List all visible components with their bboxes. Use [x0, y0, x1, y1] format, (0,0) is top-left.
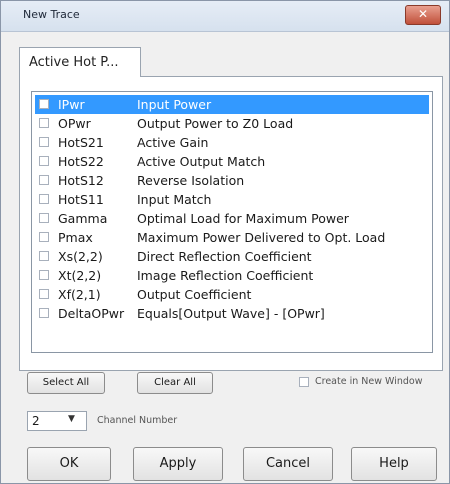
tab-active-hot-parameters[interactable]: Active Hot P... [19, 47, 141, 77]
trace-description: Equals[Output Wave] - [OPwr] [137, 306, 325, 321]
trace-list[interactable]: IPwr Input Power OPwr Output Power to Z0… [31, 91, 433, 353]
trace-description: Output Power to Z0 Load [137, 116, 294, 131]
select-all-button[interactable]: Select All [27, 372, 105, 394]
trace-description: Optimal Load for Maximum Power [137, 211, 349, 226]
trace-description: Input Power [137, 97, 212, 112]
trace-description: Output Coefficient [137, 287, 252, 302]
trace-abbr: OPwr [58, 116, 91, 131]
trace-description: Active Output Match [137, 154, 266, 169]
trace-description: Image Reflection Coefficient [137, 268, 314, 283]
trace-abbr: Pmax [58, 230, 93, 245]
trace-abbr: Gamma [58, 211, 108, 226]
ok-button[interactable]: OK [27, 447, 111, 481]
trace-checkbox[interactable] [39, 251, 49, 261]
trace-checkbox[interactable] [39, 213, 49, 223]
apply-button[interactable]: Apply [133, 447, 223, 481]
cancel-button[interactable]: Cancel [243, 447, 333, 481]
trace-abbr: HotS21 [58, 135, 104, 150]
clear-all-button[interactable]: Clear All [137, 372, 213, 394]
trace-row-pmax[interactable]: Pmax Maximum Power Delivered to Opt. Loa… [35, 228, 429, 247]
trace-row-hots11[interactable]: HotS11 Input Match [35, 190, 429, 209]
trace-row-ipwr[interactable]: IPwr Input Power [35, 95, 429, 114]
dropdown-arrow-icon: ▼ [68, 414, 75, 424]
trace-checkbox[interactable] [39, 137, 49, 147]
trace-row-hots12[interactable]: HotS12 Reverse Isolation [35, 171, 429, 190]
trace-abbr: HotS11 [58, 192, 104, 207]
trace-abbr: DeltaOPwr [58, 306, 125, 321]
trace-row-gamma[interactable]: Gamma Optimal Load for Maximum Power [35, 209, 429, 228]
trace-row-opwr[interactable]: OPwr Output Power to Z0 Load [35, 114, 429, 133]
trace-row-xt22[interactable]: Xt(2,2) Image Reflection Coefficient [35, 266, 429, 285]
trace-abbr: HotS12 [58, 173, 104, 188]
tab-label: Active Hot P... [29, 55, 119, 70]
channel-number-select[interactable]: 2 ▼ [27, 411, 87, 431]
trace-row-xf21[interactable]: Xf(2,1) Output Coefficient [35, 285, 429, 304]
trace-description: Reverse Isolation [137, 173, 245, 188]
trace-abbr: Xs(2,2) [58, 249, 103, 264]
trace-checkbox[interactable] [39, 289, 49, 299]
trace-description: Active Gain [137, 135, 209, 150]
help-button[interactable]: Help [351, 447, 437, 481]
trace-abbr: Xt(2,2) [58, 268, 102, 283]
trace-row-hots21[interactable]: HotS21 Active Gain [35, 133, 429, 152]
trace-description: Maximum Power Delivered to Opt. Load [137, 230, 386, 245]
trace-checkbox[interactable] [39, 194, 49, 204]
trace-checkbox[interactable] [39, 118, 49, 128]
trace-checkbox[interactable] [39, 156, 49, 166]
title-bar[interactable]: New Trace ✕ [1, 1, 449, 32]
window-title: New Trace [23, 8, 80, 21]
trace-row-xs22[interactable]: Xs(2,2) Direct Reflection Coefficient [35, 247, 429, 266]
new-trace-dialog: New Trace ✕ Active Hot P... IPwr Input P… [0, 0, 450, 484]
trace-abbr: HotS22 [58, 154, 104, 169]
trace-checkbox[interactable] [39, 99, 49, 109]
channel-number-value: 2 [32, 414, 40, 428]
trace-checkbox[interactable] [39, 308, 49, 318]
new-window-label: Create in New Window [315, 376, 423, 387]
trace-checkbox[interactable] [39, 270, 49, 280]
trace-row-deltaopwr[interactable]: DeltaOPwr Equals[Output Wave] - [OPwr] [35, 304, 429, 323]
trace-abbr: IPwr [58, 97, 85, 112]
close-icon: ✕ [417, 7, 429, 21]
trace-abbr: Xf(2,1) [58, 287, 101, 302]
channel-number-label: Channel Number [97, 415, 178, 426]
trace-checkbox[interactable] [39, 232, 49, 242]
trace-checkbox[interactable] [39, 175, 49, 185]
trace-description: Direct Reflection Coefficient [137, 249, 312, 264]
close-button[interactable]: ✕ [405, 5, 441, 25]
trace-row-hots22[interactable]: HotS22 Active Output Match [35, 152, 429, 171]
trace-description: Input Match [137, 192, 212, 207]
new-window-checkbox-box[interactable] [299, 377, 309, 387]
